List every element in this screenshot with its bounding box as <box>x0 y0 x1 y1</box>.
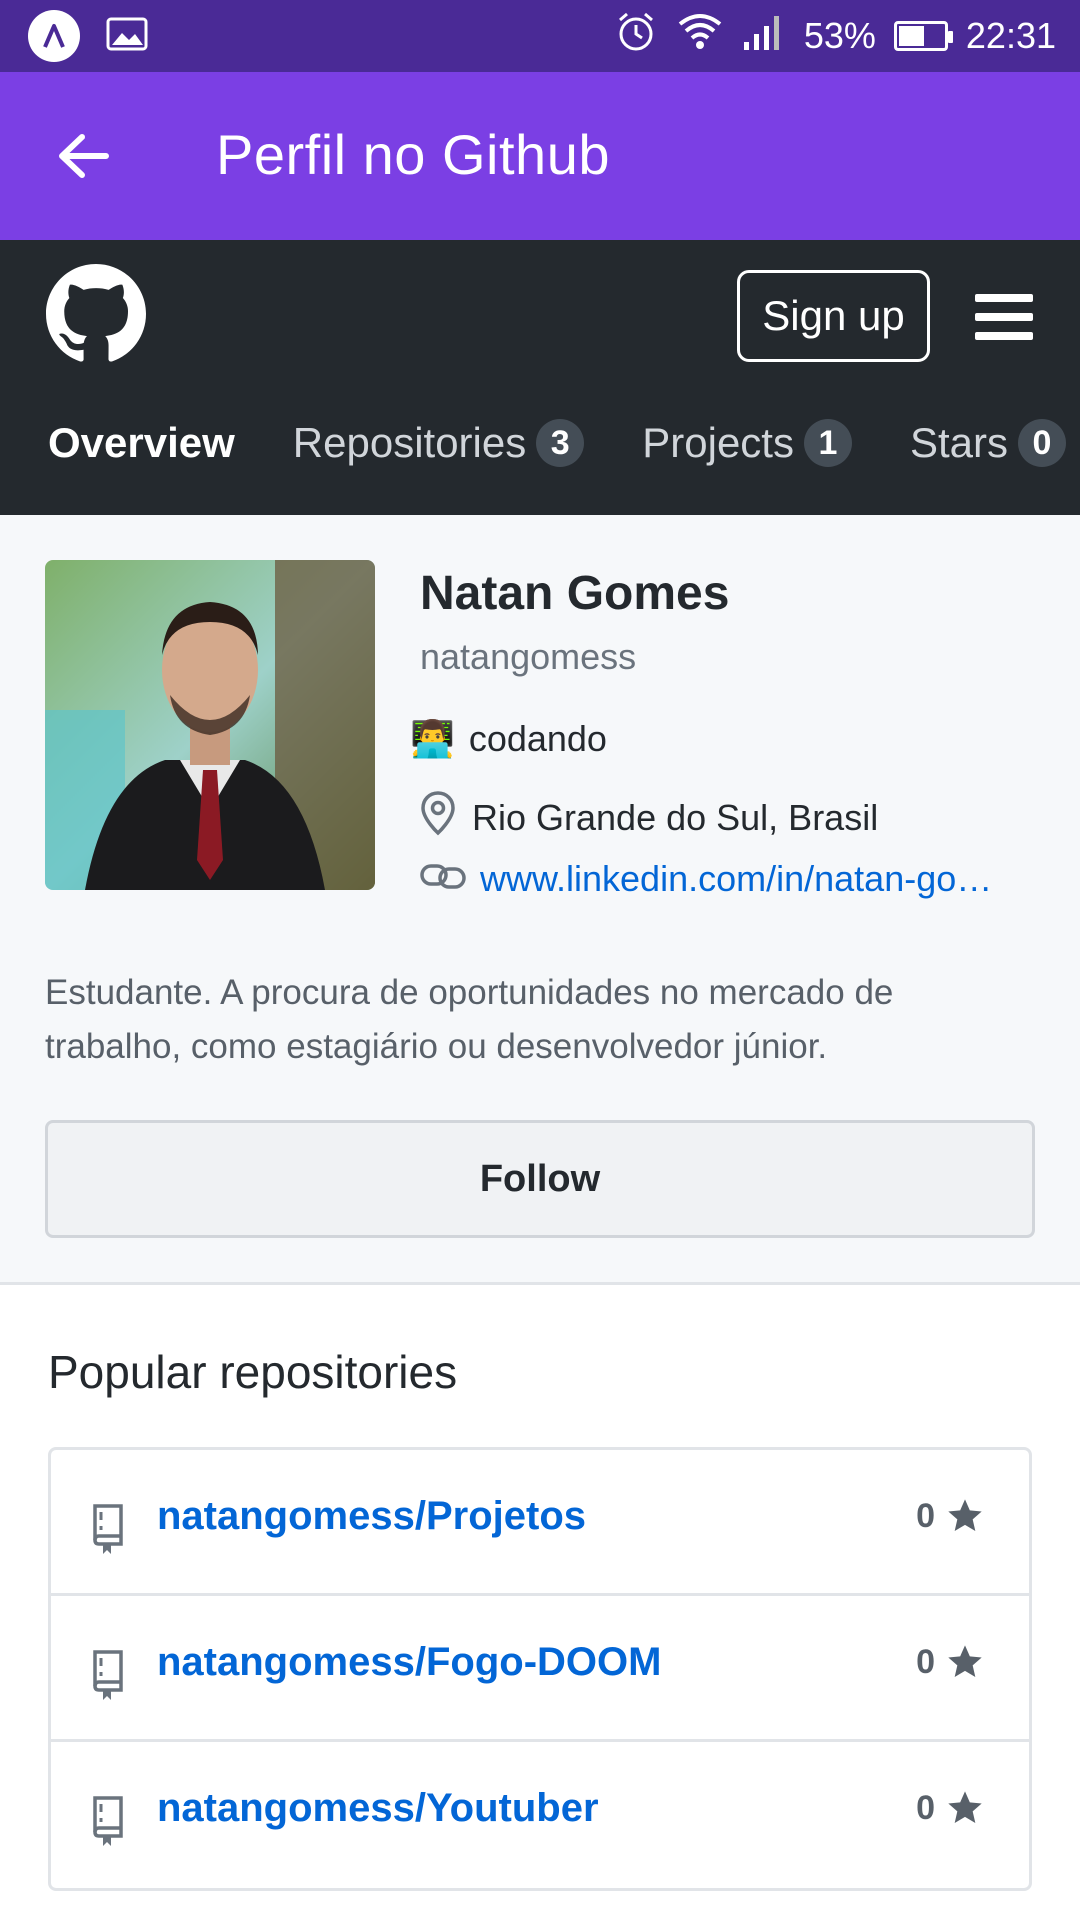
app-icon <box>28 10 80 62</box>
repo-icon <box>91 1792 125 1848</box>
tab-repositories[interactable]: Repositories 3 <box>293 419 585 467</box>
list-item[interactable]: natangomess/Youtuber 0 <box>51 1742 1029 1888</box>
star-icon <box>948 1645 982 1677</box>
profile-name: Natan Gomes <box>420 567 730 620</box>
tab-projects[interactable]: Projects 1 <box>642 419 852 467</box>
battery-percent: 53% <box>803 15 876 56</box>
popular-repositories: Popular repositories natangomess/Projeto… <box>0 1285 1080 1920</box>
location-icon <box>420 790 456 845</box>
repo-stars: 0 <box>916 1788 985 1828</box>
app-bar: Perfil no Github <box>0 72 1080 240</box>
arrow-left-icon[interactable] <box>44 116 124 196</box>
profile-bio: Estudante. A procura de oportunidades no… <box>45 973 894 1066</box>
list-item[interactable]: natangomess/Fogo-DOOM 0 <box>51 1596 1029 1742</box>
profile-tabs: Overview Repositories 3 Projects 1 Stars 0 <box>48 408 1080 478</box>
status-emoji: 👨‍💻 <box>410 718 455 759</box>
signal-icon <box>742 12 786 61</box>
list-item[interactable]: natangomess/Projetos 0 <box>51 1450 1029 1596</box>
clock: 22:31 <box>965 15 1056 56</box>
website-link[interactable]: www.linkedin.com/in/natan-go… <box>480 858 992 900</box>
image-icon <box>106 17 148 56</box>
repo-icon <box>91 1500 125 1556</box>
repositories-count: 3 <box>536 419 585 467</box>
status-text: codando <box>468 718 607 759</box>
profile-website[interactable]: www.linkedin.com/in/natan-go… <box>420 858 992 900</box>
profile-location: Rio Grande do Sul, Brasil <box>420 790 878 845</box>
battery-icon <box>893 21 953 51</box>
repo-name[interactable]: natangomess/Projetos <box>157 1494 586 1539</box>
status-bar: 53% 22:31 <box>0 0 1080 72</box>
follow-button[interactable]: Follow <box>45 1120 1035 1238</box>
repo-name[interactable]: natangomess/Fogo-DOOM <box>157 1640 661 1685</box>
stars-count: 0 <box>1018 419 1066 467</box>
tab-overview[interactable]: Overview <box>48 419 235 467</box>
projects-count: 1 <box>803 419 852 467</box>
repo-list: natangomess/Projetos 0 natangomess/Fogo-… <box>48 1447 1032 1891</box>
profile-status[interactable]: 👨‍💻 codando <box>410 718 607 760</box>
repo-icon <box>91 1646 125 1702</box>
wifi-icon <box>676 10 724 63</box>
avatar <box>45 560 375 890</box>
page-title: Perfil no Github <box>216 123 610 186</box>
profile-login: natangomess <box>420 636 637 677</box>
github-logo-icon[interactable] <box>46 264 146 364</box>
location-text: Rio Grande do Sul, Brasil <box>472 796 879 838</box>
repo-stars: 0 <box>916 1642 985 1682</box>
tab-stars[interactable]: Stars 0 <box>910 419 1066 467</box>
repo-name[interactable]: natangomess/Youtuber <box>157 1786 599 1831</box>
sign-up-button[interactable]: Sign up <box>737 270 930 362</box>
section-title: Popular repositories <box>48 1346 458 1398</box>
hamburger-menu-icon[interactable] <box>975 294 1033 340</box>
link-icon <box>420 858 466 900</box>
github-header: Sign up Overview Repositories 3 Projects 1… <box>0 240 1080 515</box>
star-icon <box>948 1499 982 1531</box>
alarm-icon <box>614 10 658 63</box>
star-icon <box>948 1791 982 1823</box>
repo-stars: 0 <box>916 1496 985 1536</box>
